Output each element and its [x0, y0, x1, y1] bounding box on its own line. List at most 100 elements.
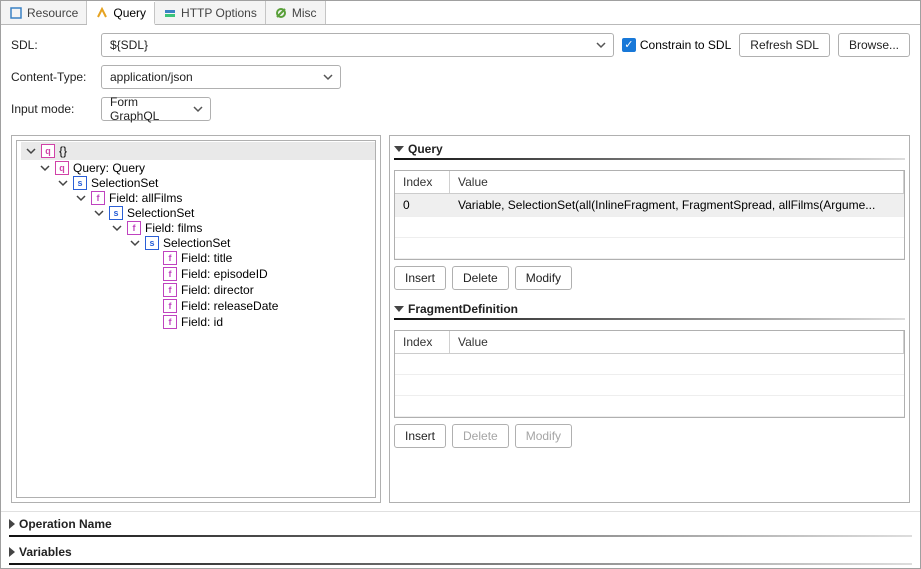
query-section-header[interactable]: Query	[394, 140, 905, 158]
table-row[interactable]	[395, 354, 904, 375]
misc-icon	[274, 6, 288, 20]
tab-query[interactable]: Query	[87, 2, 155, 25]
table-row[interactable]	[395, 396, 904, 417]
field-node-icon: f	[163, 315, 177, 329]
tree-node-field[interactable]: f Field: title	[147, 251, 375, 265]
tree-node-label: Field: episodeID	[181, 267, 268, 281]
divider	[394, 318, 905, 320]
input-mode-select[interactable]: Form GraphQL	[101, 97, 211, 121]
tree-node-label: Field: id	[181, 315, 223, 329]
constrain-label: Constrain to SDL	[640, 38, 731, 52]
expander-open-icon	[75, 192, 87, 204]
table-row[interactable]: 0 Variable, SelectionSet(all(InlineFragm…	[395, 194, 904, 217]
tree-node-label: Field: allFilms	[109, 191, 182, 205]
tree-node-label: SelectionSet	[127, 206, 194, 220]
http-options-icon	[163, 6, 177, 20]
browse-button[interactable]: Browse...	[838, 33, 910, 57]
expander-open-icon	[39, 162, 51, 174]
chevron-down-icon	[593, 37, 609, 53]
tab-label: Query	[113, 6, 146, 20]
sdl-input[interactable]: ${SDL}	[101, 33, 614, 57]
tab-http-options[interactable]: HTTP Options	[155, 1, 266, 24]
tab-misc[interactable]: Misc	[266, 1, 326, 24]
tree-node-label: Field: director	[181, 283, 254, 297]
tab-bar: Resource Query HTTP Options Misc	[1, 1, 920, 25]
tree-node-field[interactable]: f Field: id	[147, 315, 375, 329]
field-node-icon: f	[127, 221, 141, 235]
tree-node-selectionset[interactable]: s SelectionSet	[57, 176, 375, 190]
tab-label: Misc	[292, 6, 317, 20]
expander-open-icon	[25, 145, 37, 157]
field-node-icon: f	[91, 191, 105, 205]
section-title: FragmentDefinition	[408, 302, 518, 316]
input-mode-value: Form GraphQL	[110, 95, 190, 123]
table-row[interactable]	[395, 238, 904, 259]
tree-node-label: {}	[59, 144, 67, 158]
content-type-label: Content-Type:	[11, 70, 93, 84]
tab-label: HTTP Options	[181, 6, 257, 20]
tree-node-field[interactable]: f Field: episodeID	[147, 267, 375, 281]
tree-node-field[interactable]: f Field: allFilms	[75, 191, 375, 205]
modify-button[interactable]: Modify	[515, 266, 572, 290]
section-title: Operation Name	[19, 517, 112, 531]
insert-button[interactable]: Insert	[394, 266, 446, 290]
collapse-open-icon	[394, 306, 404, 312]
sdl-label: SDL:	[11, 38, 93, 52]
column-header-value[interactable]: Value	[450, 331, 904, 353]
tree-panel: q {} q Query:	[11, 135, 381, 503]
query-node-icon: q	[41, 144, 55, 158]
operation-name-section[interactable]: Operation Name	[9, 515, 912, 533]
divider	[9, 535, 912, 537]
tree-node-label: SelectionSet	[163, 236, 230, 250]
query-table: Index Value 0 Variable, SelectionSet(all…	[394, 170, 905, 260]
collapse-closed-icon	[9, 547, 15, 557]
tab-label: Resource	[27, 6, 78, 20]
modify-button: Modify	[515, 424, 572, 448]
section-title: Query	[408, 142, 443, 156]
tree-node-label: Query: Query	[73, 161, 145, 175]
field-node-icon: f	[163, 299, 177, 313]
column-header-index[interactable]: Index	[395, 171, 450, 193]
variables-section[interactable]: Variables	[9, 543, 912, 561]
expander-open-icon	[57, 177, 69, 189]
tree-node-field[interactable]: fField: director	[147, 283, 375, 297]
tree-node-selectionset[interactable]: s SelectionSet	[93, 206, 375, 220]
table-row[interactable]	[395, 217, 904, 238]
tree-node-field[interactable]: fField: releaseDate	[147, 299, 375, 313]
collapse-closed-icon	[9, 519, 15, 529]
delete-button: Delete	[452, 424, 509, 448]
selectionset-node-icon: s	[145, 236, 159, 250]
check-icon: ✓	[622, 38, 636, 52]
divider	[9, 563, 912, 565]
section-title: Variables	[19, 545, 72, 559]
tree-node-selectionset[interactable]: s SelectionSet	[129, 236, 375, 250]
selectionset-node-icon: s	[109, 206, 123, 220]
tab-resource[interactable]: Resource	[1, 1, 87, 24]
expander-open-icon	[93, 207, 105, 219]
tree-node-root[interactable]: q {}	[21, 142, 375, 160]
chevron-down-icon	[190, 101, 206, 117]
refresh-sdl-button[interactable]: Refresh SDL	[739, 33, 830, 57]
cell-index: 0	[395, 194, 450, 216]
detail-panel: Query Index Value 0 Variable, SelectionS…	[389, 135, 910, 503]
collapse-open-icon	[394, 146, 404, 152]
insert-button[interactable]: Insert	[394, 424, 446, 448]
field-node-icon: f	[163, 251, 177, 265]
cell-value: Variable, SelectionSet(all(InlineFragmen…	[450, 194, 904, 216]
field-node-icon: f	[163, 267, 177, 281]
tree-node-label: Field: title	[181, 251, 232, 265]
fragdef-table: Index Value	[394, 330, 905, 418]
graphql-tree[interactable]: q {} q Query:	[17, 141, 375, 337]
content-type-select[interactable]: application/json	[101, 65, 341, 89]
resource-icon	[9, 6, 23, 20]
constrain-checkbox[interactable]: ✓ Constrain to SDL	[622, 38, 731, 52]
delete-button[interactable]: Delete	[452, 266, 509, 290]
input-mode-label: Input mode:	[11, 102, 93, 116]
tree-node-label: SelectionSet	[91, 176, 158, 190]
tree-node-field[interactable]: f Field: films	[111, 221, 375, 235]
tree-node-query[interactable]: q Query: Query	[39, 161, 375, 175]
fragdef-section-header[interactable]: FragmentDefinition	[394, 300, 905, 318]
column-header-index[interactable]: Index	[395, 331, 450, 353]
column-header-value[interactable]: Value	[450, 171, 904, 193]
table-row[interactable]	[395, 375, 904, 396]
